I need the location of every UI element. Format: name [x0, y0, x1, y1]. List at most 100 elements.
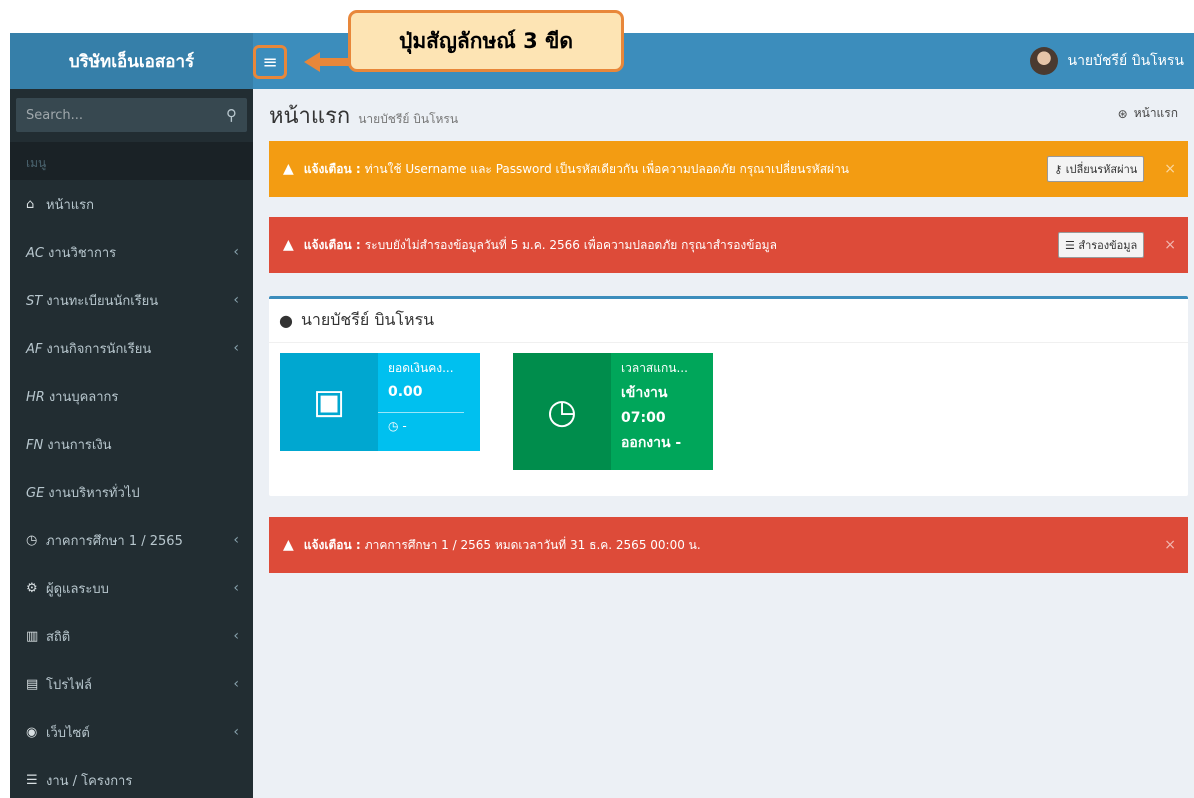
- sidebar-item-label: งาน / โครงการ: [46, 773, 133, 789]
- bar-chart-icon: ▥: [26, 628, 39, 644]
- module-code: FN: [26, 437, 44, 453]
- chevron-left-icon: ‹: [233, 244, 239, 260]
- chevron-left-icon: ‹: [233, 292, 239, 308]
- alert-label: แจ้งเตือน :: [303, 237, 361, 252]
- divider: [378, 412, 464, 413]
- breadcrumb-home[interactable]: หน้าแรก: [1134, 104, 1178, 123]
- money-icon: ▣: [280, 353, 378, 451]
- globe-icon: ◉: [26, 724, 38, 740]
- sidebar-item-label: โปรไฟล์: [46, 677, 92, 693]
- sidebar-item-label: งานบุคลากร: [48, 389, 119, 405]
- sidebar-item[interactable]: ▥ สถิติ ‹: [10, 612, 253, 660]
- module-code: HR: [26, 389, 45, 405]
- chevron-left-icon: ‹: [233, 676, 239, 692]
- alert-message: ท่านใช้ Username และ Password เป็นรหัสเด…: [364, 161, 850, 176]
- balance-footer: -: [402, 419, 407, 433]
- sidebar-item-label: ภาคการศึกษา 1 / 2565: [46, 533, 183, 549]
- chevron-left-icon: ‹: [233, 532, 239, 548]
- alert-label: แจ้งเตือน :: [303, 161, 361, 176]
- module-code: GE: [26, 485, 45, 501]
- warning-icon: ▲: [283, 161, 294, 177]
- sidebar-item-label: เว็บไซต์: [46, 725, 90, 741]
- menu-header: เมนู: [10, 142, 253, 180]
- alert-backup: ▲ แจ้งเตือน : ระบบยังไม่สำรองข้อมูลวันที…: [269, 217, 1188, 273]
- clock-icon: ◷: [26, 532, 38, 548]
- chevron-left-icon: ‹: [233, 724, 239, 740]
- breadcrumb[interactable]: ⊛ หน้าแรก: [1118, 104, 1178, 123]
- key-icon: ⚷: [1054, 163, 1063, 176]
- sidebar-item[interactable]: ▤ โปรไฟล์ ‹: [10, 660, 253, 708]
- page-title: หน้าแรก นายบัชรีย์ บินโหรน: [269, 98, 458, 133]
- alert-password: ▲ แจ้งเตือน : ท่านใช้ Username และ Passw…: [269, 141, 1188, 197]
- list-icon: ☰: [26, 772, 38, 788]
- home-icon: ⌂: [26, 196, 35, 212]
- change-password-button[interactable]: ⚷ เปลี่ยนรหัสผ่าน: [1047, 156, 1145, 182]
- sidebar-item-label: งานบริหารทั่วไป: [48, 485, 140, 501]
- avatar: [1029, 47, 1058, 75]
- chevron-left-icon: ‹: [233, 340, 239, 356]
- box-header: ● นายบัชรีย์ บินโหรน: [269, 299, 1188, 343]
- timecard-infobox[interactable]: ◷ เวลาสแกน... เข้างาน 07:00 ออกงาน -: [513, 353, 713, 470]
- clock-icon: ◷: [388, 419, 399, 433]
- sidebar-item-label: งานวิชาการ: [47, 245, 117, 261]
- sidebar-item-label: งานกิจการนักเรียน: [46, 341, 152, 357]
- profile-box: ● นายบัชรีย์ บินโหรน ▣ ยอดเงินคง... 0.00…: [269, 296, 1188, 496]
- sidebar-item[interactable]: ⌂ หน้าแรก: [10, 180, 253, 228]
- sidebar-item-label: ผู้ดูแลระบบ: [46, 581, 109, 597]
- sidebar-item-label: หน้าแรก: [46, 197, 94, 213]
- sidebar-item[interactable]: AC งานวิชาการ ‹: [10, 228, 253, 276]
- module-code: AC: [26, 245, 44, 261]
- sidebar-item-label: งานการเงิน: [47, 437, 112, 453]
- sidebar-item-label: สถิติ: [46, 629, 71, 645]
- sidebar-item[interactable]: GE งานบริหารทั่วไป: [10, 468, 253, 516]
- close-icon[interactable]: ×: [1164, 237, 1176, 253]
- sidebar-item[interactable]: ⚙ ผู้ดูแลระบบ ‹: [10, 564, 253, 612]
- callout-arrow-icon: [304, 52, 354, 72]
- search-icon[interactable]: ⚲: [226, 106, 237, 124]
- user-name: นายบัชรีย์ บินโหรน: [1067, 53, 1185, 69]
- close-icon[interactable]: ×: [1164, 161, 1176, 177]
- chevron-left-icon: ‹: [233, 580, 239, 596]
- chevron-left-icon: ‹: [233, 628, 239, 644]
- sidebar-item[interactable]: ST งานทะเบียนนักเรียน ‹: [10, 276, 253, 324]
- sidebar-item[interactable]: ☰ งาน / โครงการ: [10, 756, 253, 798]
- check-out-label: ออกงาน -: [621, 435, 682, 451]
- check-in-time: 07:00: [621, 410, 666, 426]
- page-title-text: หน้าแรก: [269, 104, 351, 129]
- sidebar-item[interactable]: FN งานการเงิน: [10, 420, 253, 468]
- hamburger-icon: ≡: [262, 51, 278, 73]
- database-icon: ☰: [1064, 239, 1075, 252]
- warning-icon: ▲: [283, 237, 294, 253]
- balance-infobox[interactable]: ▣ ยอดเงินคง... 0.00 ◷ -: [280, 353, 480, 451]
- sidebar-toggle-button[interactable]: ≡: [253, 45, 287, 79]
- balance-value: 0.00: [388, 384, 423, 400]
- annotation-callout: ปุ่มสัญลักษณ์ 3 ขีด: [348, 10, 624, 72]
- balance-label: ยอดเงินคง...: [388, 361, 454, 375]
- sidebar-item[interactable]: HR งานบุคลากร: [10, 372, 253, 420]
- clock-icon: ◷: [513, 353, 611, 470]
- search-input[interactable]: [26, 107, 226, 123]
- close-icon[interactable]: ×: [1164, 537, 1176, 553]
- sidebar-item[interactable]: ◷ ภาคการศึกษา 1 / 2565 ‹: [10, 516, 253, 564]
- page-subtitle: นายบัชรีย์ บินโหรน: [358, 112, 459, 126]
- backup-button[interactable]: ☰ สำรองข้อมูล: [1057, 232, 1145, 258]
- module-code: ST: [26, 293, 43, 309]
- sidebar-search: ⚲: [10, 89, 253, 142]
- box-title: นายบัชรีย์ บินโหรน: [300, 310, 435, 329]
- file-icon: ▤: [26, 676, 39, 692]
- sidebar-item[interactable]: AF งานกิจการนักเรียน ‹: [10, 324, 253, 372]
- alert-semester: ▲ แจ้งเตือน : ภาคการศึกษา 1 / 2565 หมดเว…: [269, 517, 1188, 573]
- alert-label: แจ้งเตือน :: [303, 537, 361, 552]
- warning-icon: ▲: [283, 537, 294, 553]
- brand-logo[interactable]: บริษัทเอ็นเอสอาร์: [10, 33, 253, 89]
- dashboard-icon: ⊛: [1117, 106, 1128, 121]
- module-code: AF: [26, 341, 43, 357]
- alert-message: ภาคการศึกษา 1 / 2565 หมดเวลาวันที่ 31 ธ.…: [364, 537, 701, 552]
- check-in-label: เข้างาน: [621, 385, 668, 401]
- user-icon: ●: [279, 311, 293, 330]
- timecard-label: เวลาสแกน...: [621, 361, 688, 375]
- sidebar-item[interactable]: ◉ เว็บไซต์ ‹: [10, 708, 253, 756]
- sidebar-item-label: งานทะเบียนนักเรียน: [46, 293, 159, 309]
- user-menu[interactable]: นายบัชรีย์ บินโหรน: [1029, 46, 1185, 76]
- sidebar-menu: ⌂ หน้าแรก AC งานวิชาการ ‹ ST งานทะเบียนนักเรีย…: [10, 180, 253, 798]
